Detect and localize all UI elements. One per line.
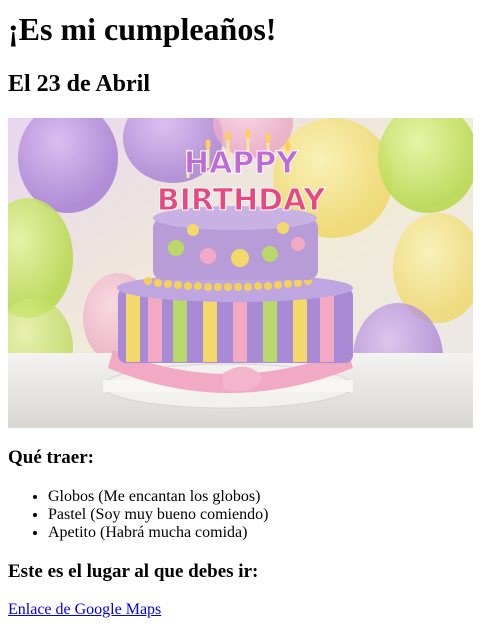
bring-heading: Qué traer: (8, 447, 94, 468)
map-link-row: Enlace de Google Maps (8, 601, 475, 619)
topper-line1: HAPPY (184, 146, 299, 181)
bring-list: Globos (Me encantan los globos) Pastel (… (8, 488, 475, 542)
page-title: ¡Es mi cumpleaños! (8, 11, 277, 47)
google-maps-link[interactable]: Enlace de Google Maps (8, 601, 161, 618)
birthday-cake-image: HAPPY BIRTHDAY (8, 118, 473, 428)
place-heading: Este es el lugar al que debes ir: (8, 561, 259, 582)
topper-line2: BIRTHDAY (157, 183, 327, 218)
list-item: Apetito (Habrá mucha comida) (48, 524, 475, 542)
list-item: Pastel (Soy muy bueno comiendo) (48, 506, 475, 524)
list-item: Globos (Me encantan los globos) (48, 488, 475, 506)
page: ¡Es mi cumpleaños! El 23 de Abril HAPPY … (0, 0, 483, 619)
event-date: El 23 de Abril (8, 71, 151, 97)
